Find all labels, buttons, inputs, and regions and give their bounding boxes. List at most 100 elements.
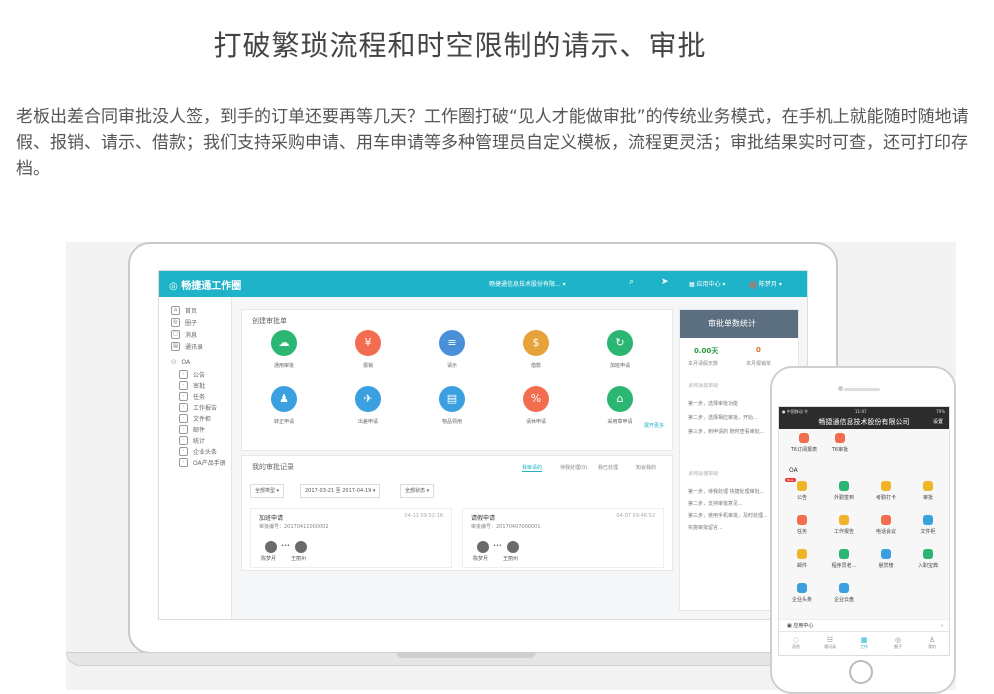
sidebar-oa-item[interactable]: · 企业头条: [179, 446, 217, 456]
phone-app-label: 任务: [796, 529, 807, 535]
phone-app[interactable]: 悬赏榜: [865, 549, 907, 569]
records-filter[interactable]: 全部状态 ▾: [400, 484, 435, 498]
template-item[interactable]: ¥ 报销: [338, 330, 398, 369]
sidebar-oa-item[interactable]: · 文件柜: [179, 413, 211, 423]
records-filter[interactable]: 2017-03-21 至 2017-04-19 ▾: [300, 484, 381, 498]
search-icon[interactable]: ⌕: [629, 277, 634, 287]
phone-app-label: 公告: [796, 495, 807, 501]
phone-tab[interactable]: ♙ 我的: [915, 636, 949, 650]
company-switcher[interactable]: 畅捷通信息技术股份有限... ▾: [489, 279, 566, 288]
template-item[interactable]: $ 借款: [506, 330, 566, 369]
phone-top-app[interactable]: T6审批: [819, 433, 861, 453]
phone-app[interactable]: 审批: [907, 481, 949, 501]
phone-tab-label: 通讯录: [824, 644, 836, 649]
records-tab[interactable]: 待我处理(0): [560, 464, 587, 471]
phone-app-label: 工作报告: [833, 529, 854, 535]
phone-app[interactable]: 考勤打卡: [865, 481, 907, 501]
app-center-menu[interactable]: ▦ 应用中心 ▾: [689, 279, 726, 288]
sidebar-icon: ◎: [171, 317, 180, 327]
template-item[interactable]: ↻ 加班申请: [590, 330, 650, 369]
phone-company-title: 畅捷通信息技术股份有限公司: [818, 418, 910, 426]
sidebar-oa-item[interactable]: · 工作报告: [179, 402, 217, 412]
phone-app-icon: [797, 549, 807, 559]
template-item[interactable]: % 请休申请: [506, 386, 566, 425]
stats-header: 审批单数统计: [680, 310, 798, 338]
card-number: 审批编号：20170407000001: [471, 524, 541, 530]
laptop-notch: [396, 652, 536, 658]
approval-card[interactable]: 请假申请 审批编号：20170407000001 04-07 09:46:52 陈梦月…: [462, 508, 664, 568]
phone-app-icon: [835, 433, 845, 443]
phone-app[interactable]: 企业头条: [781, 583, 823, 603]
phone-app[interactable]: 外勤签到: [823, 481, 865, 501]
new-badge: New: [785, 478, 796, 482]
approval-records-panel: 我的审批记录 我审请的 待我处理(0) 我已处理 知会我的 全部类型 ▾ 2017-03-…: [241, 455, 673, 571]
phone-tab[interactable]: ◎ 圈子: [881, 636, 915, 650]
phone-app[interactable]: 公告 New: [781, 478, 823, 501]
app-logo[interactable]: ◎ 畅捷通工作圈: [169, 277, 241, 292]
app-center-label: 应用中心: [696, 281, 721, 288]
records-tab[interactable]: 我已处理: [598, 464, 618, 471]
records-tab[interactable]: 我审请的: [522, 464, 543, 472]
avatar-name: 王丽州: [503, 556, 519, 562]
grid-icon: ▦: [689, 281, 695, 288]
template-item[interactable]: ♟ 转正申请: [254, 386, 314, 425]
sidebar-oa-item[interactable]: · 公告: [179, 369, 205, 379]
sidebar-oa-item[interactable]: · 任务: [179, 391, 205, 401]
camera-dot: [838, 386, 843, 391]
send-icon[interactable]: ➤: [661, 277, 669, 287]
phone-app-icon: [881, 549, 891, 559]
sidebar-oa-item[interactable]: · OA产品手册: [179, 457, 226, 467]
template-item[interactable]: ▤ 物品领用: [422, 386, 482, 425]
phone-app[interactable]: 邮件: [781, 549, 823, 569]
approval-card[interactable]: 加班申请 审批编号：20170411000002 04-11 09:52:16 陈梦月…: [250, 508, 452, 568]
sidebar-item[interactable]: ◎ 圈子: [171, 317, 197, 327]
sidebar-oa-item-label: 企业头条: [193, 448, 218, 456]
phone-tab[interactable]: ◌ 消息: [779, 636, 813, 650]
card-number: 审批编号：20170411000002: [259, 524, 329, 530]
phone-app-center-label: 应用中心: [793, 623, 814, 629]
stats-step: 第二步，选择相应审批，开始...: [688, 415, 758, 421]
sidebar-oa-icon: ·: [179, 446, 188, 456]
phone-app[interactable]: 电话会议: [865, 515, 907, 535]
sidebar-item-label: 首页: [185, 307, 198, 315]
phone-tab[interactable]: ▦ 工作: [847, 636, 881, 650]
template-item[interactable]: ✈ 出差申请: [338, 386, 398, 425]
phone-app[interactable]: 企业云盘: [823, 583, 865, 603]
records-filter[interactable]: 全部类型 ▾: [250, 484, 285, 498]
sidebar-item[interactable]: ▢ 消息: [171, 329, 197, 339]
phone-app[interactable]: 任务: [781, 515, 823, 535]
phone-tab[interactable]: ☷ 通讯录: [813, 636, 847, 650]
page-paragraph: 老板出差合同审批没人签，到手的订单还要再等几天？工作圈打破“见人才能做审批”的传…: [16, 107, 969, 179]
stat-label: 本月请假天数: [688, 361, 719, 367]
sidebar-oa-item-label: 任务: [193, 393, 206, 401]
logo-icon: ◎: [169, 281, 178, 292]
settings-link[interactable]: 设置: [933, 415, 943, 429]
phone-app[interactable]: 程序员老...: [823, 549, 865, 569]
template-item[interactable]: ≡ 请示: [422, 330, 482, 369]
phone-app[interactable]: 文件柜: [907, 515, 949, 535]
user-menu[interactable]: 陈梦月 ▾: [749, 279, 782, 289]
avatar-name: 王丽州: [291, 556, 307, 562]
sidebar-oa-item[interactable]: · 统计: [179, 435, 205, 445]
template-icon: ≡: [439, 330, 465, 356]
sidebar-oa-icon: ·: [179, 380, 188, 390]
template-label: 通用审批: [273, 363, 294, 369]
avatar: [295, 541, 307, 553]
template-item[interactable]: ⌂ 采用章申请: [590, 386, 650, 425]
sidebar-oa-item-label: 邮件: [193, 426, 206, 434]
sidebar-oa-item[interactable]: · 审批: [179, 380, 205, 390]
template-label: 采用章申请: [607, 419, 633, 425]
sidebar-oa-item[interactable]: · 邮件: [179, 424, 205, 434]
template-item[interactable]: ☁ 通用审批: [254, 330, 314, 369]
phone-app[interactable]: 工作报告: [823, 515, 865, 535]
avatar: [507, 541, 519, 553]
sidebar-item[interactable]: ▤ 通讯录: [171, 341, 203, 351]
phone-app-label: 外勤签到: [833, 495, 854, 501]
oa-icon: ⚇: [171, 358, 177, 366]
sidebar-item[interactable]: ⌂ 首页: [171, 305, 197, 315]
phone-app-icon: [797, 481, 807, 491]
phone-app-icon: [881, 481, 891, 491]
home-button[interactable]: [849, 660, 873, 684]
records-tab[interactable]: 知会我的: [636, 464, 656, 471]
phone-app[interactable]: 入职宝典: [907, 549, 949, 569]
